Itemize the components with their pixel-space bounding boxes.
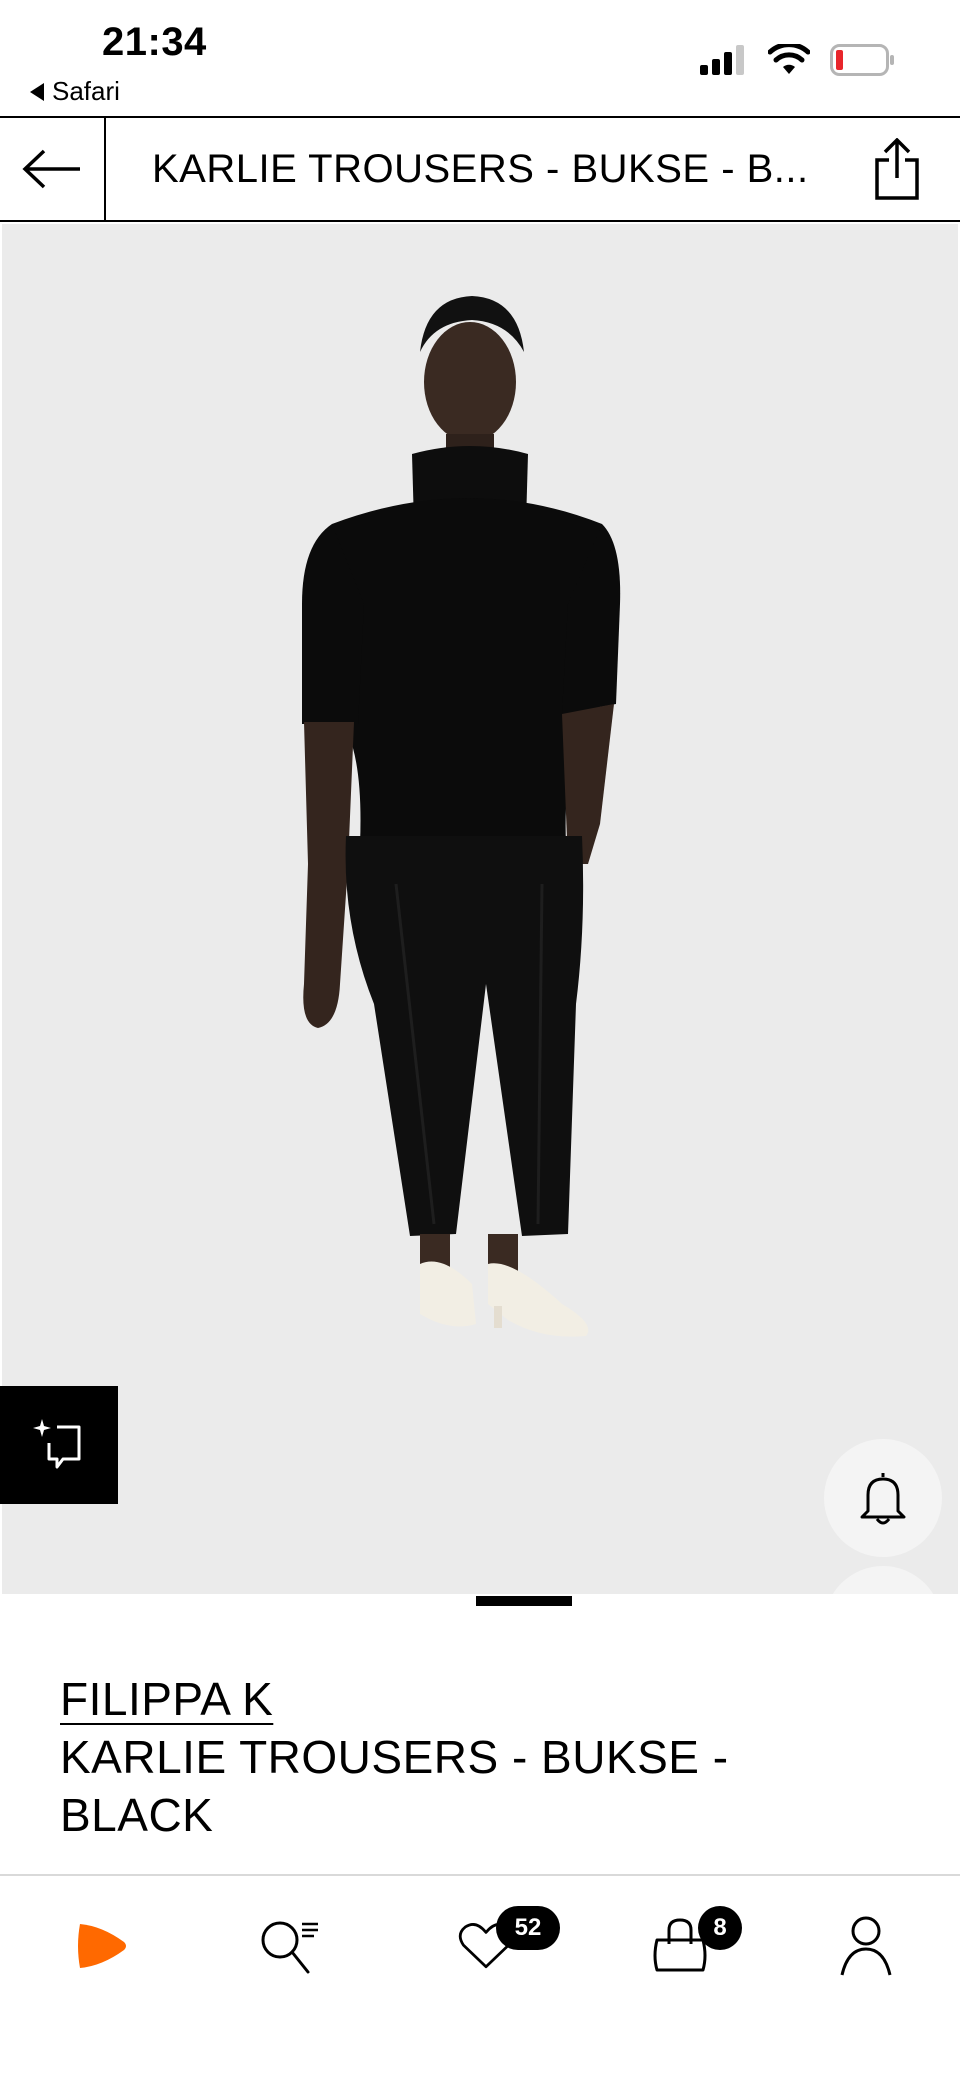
find-similar-button[interactable] [0,1386,118,1504]
product-image[interactable] [2,224,958,1594]
tab-profile[interactable] [826,1906,906,1986]
header-title: KARLIE TROUSERS - BUKSE - B... [152,147,809,191]
zalando-play-icon [78,1924,126,1968]
status-time: 21:34 [102,20,207,64]
back-to-safari[interactable]: Safari [30,76,120,107]
wifi-icon [768,44,810,74]
brand-link[interactable]: FILIPPA K [60,1672,273,1726]
search-list-icon [261,1921,318,1974]
product-name: KARLIE TROUSERS - BUKSE - BLACK [60,1731,729,1841]
cart-count-badge: 8 [698,1906,742,1950]
gallery-indicator-active [476,1596,572,1606]
share-button[interactable] [864,136,930,202]
share-icon [875,138,919,200]
tab-search[interactable] [250,1906,330,1986]
product-header: KARLIE TROUSERS - BUKSE - B... [0,116,960,222]
bell-icon [860,1473,906,1525]
notify-button[interactable] [824,1439,942,1557]
status-icons [700,44,896,76]
wishlist-count-badge: 52 [496,1906,560,1950]
back-triangle-icon [30,82,44,101]
bottom-tab-bar [0,1874,960,2078]
back-button[interactable] [0,118,106,220]
back-app-label: Safari [52,76,120,106]
status-bar: 21:34 Safari [0,0,960,116]
user-icon [840,1916,892,1976]
signal-icon [700,45,744,75]
model-photo [302,296,621,1337]
arrow-left-icon [22,149,80,189]
battery-icon [830,44,894,76]
sparkle-similar-icon [33,1419,81,1469]
gallery-indicator [476,1596,762,1606]
tab-home[interactable] [60,1906,140,1986]
